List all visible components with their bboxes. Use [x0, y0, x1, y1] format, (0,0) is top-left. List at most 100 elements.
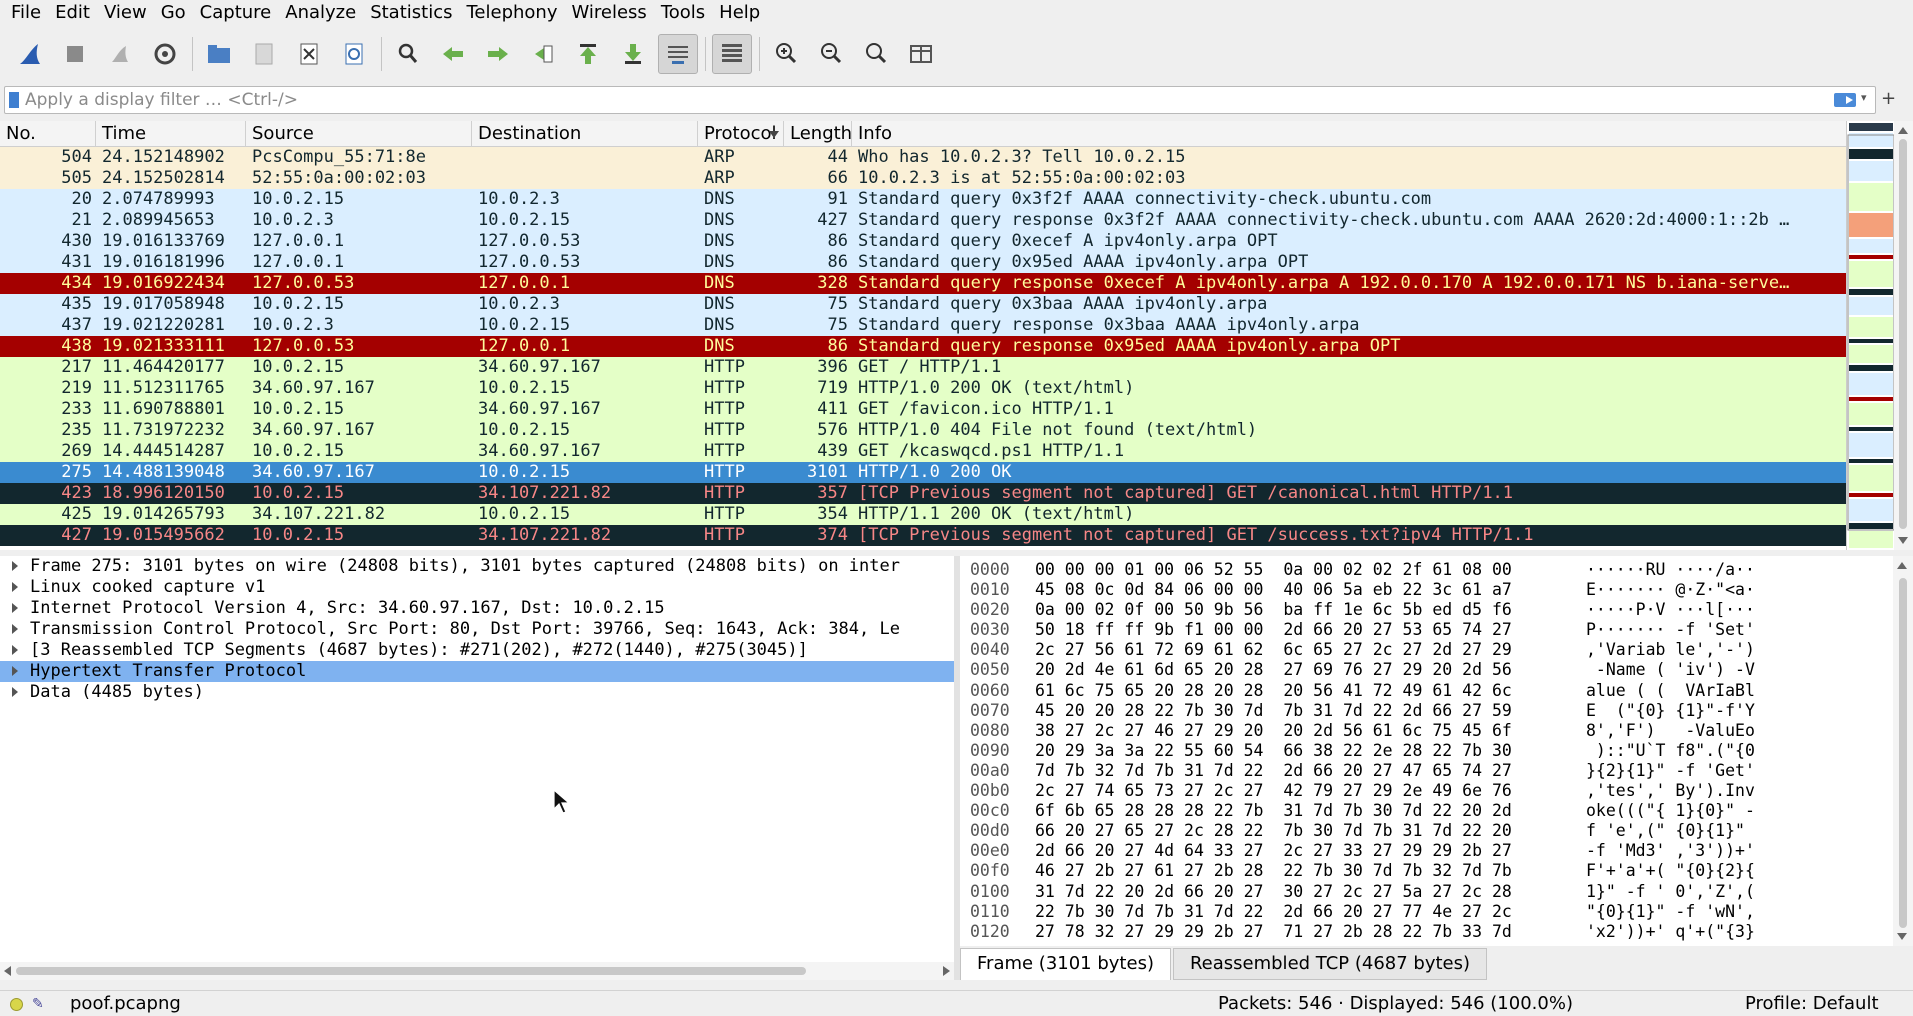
- packet-row[interactable]: 275 14.488139048 34.60.97.167 10.0.2.15 HTTP…: [0, 462, 1846, 483]
- hex-bytes[interactable]: 2d 66 20 27 4d 64 33 27 2c 27 33 27 29 2…: [1035, 841, 1512, 861]
- hex-bytes[interactable]: 31 7d 22 20 2d 66 20 27 30 27 2c 27 5a 2…: [1035, 882, 1512, 902]
- ascii-bytes[interactable]: "{0}{1}" -f 'wN',: [1586, 902, 1755, 922]
- packet-row[interactable]: 505 24.152502814 52:55:0a:00:02:03 ARP 66 10.…: [0, 168, 1846, 189]
- zoom-in-button[interactable]: [766, 34, 806, 74]
- expand-arrow-icon[interactable]: [12, 645, 18, 655]
- menu-view[interactable]: View: [97, 0, 154, 26]
- hex-bytes[interactable]: 2c 27 56 61 72 69 61 62 6c 65 27 2c 27 2…: [1035, 640, 1512, 660]
- packet-row[interactable]: 235 11.731972232 34.60.97.167 10.0.2.15 HTTP…: [0, 420, 1846, 441]
- save-button[interactable]: [244, 34, 284, 74]
- column-header-time[interactable]: Time: [96, 121, 246, 147]
- packet-row[interactable]: 435 19.017058948 10.0.2.15 10.0.2.3 DNS 75 Sta…: [0, 294, 1846, 315]
- apply-filter-arrow-icon[interactable]: [1834, 93, 1856, 107]
- menu-statistics[interactable]: Statistics: [363, 0, 459, 26]
- ascii-bytes[interactable]: -Name ( 'iv') -V: [1586, 660, 1755, 680]
- hex-bytes[interactable]: 50 18 ff ff 9b f1 00 00 2d 66 20 27 53 6…: [1035, 620, 1512, 640]
- hex-bytes[interactable]: 0a 00 02 0f 00 50 9b 56 ba ff 1e 6c 5b e…: [1035, 600, 1512, 620]
- details-scroll-thumb[interactable]: [16, 967, 806, 975]
- display-filter-input[interactable]: [25, 88, 1825, 112]
- packet-row[interactable]: 427 19.015495662 10.0.2.15 34.107.221.82 HTT…: [0, 525, 1846, 546]
- column-header-length[interactable]: Length: [784, 121, 852, 147]
- details-horizontal-scrollbar[interactable]: [0, 962, 954, 980]
- menu-file[interactable]: File: [4, 0, 48, 26]
- packet-row[interactable]: 434 19.016922434 127.0.0.53 127.0.0.1 DNS 328…: [0, 273, 1846, 294]
- tab-frame-bytes[interactable]: Frame (3101 bytes): [960, 948, 1171, 980]
- ascii-bytes[interactable]: 8','F') -ValuEo: [1586, 721, 1755, 741]
- detail-tree-item[interactable]: Transmission Control Protocol, Src Port:…: [0, 619, 954, 640]
- scroll-up-icon[interactable]: [1898, 127, 1908, 134]
- bytes-scroll-thumb[interactable]: [1899, 578, 1907, 928]
- scroll-down-icon[interactable]: [1898, 537, 1908, 544]
- expand-arrow-icon[interactable]: [12, 687, 18, 697]
- packet-row[interactable]: 430 19.016133769 127.0.0.1 127.0.0.53 DNS 86 S…: [0, 231, 1846, 252]
- menu-capture[interactable]: Capture: [193, 0, 279, 26]
- scroll-down-icon[interactable]: [1897, 933, 1907, 940]
- expand-arrow-icon[interactable]: [12, 603, 18, 613]
- scroll-left-icon[interactable]: [4, 966, 11, 976]
- detail-tree-item[interactable]: Data (4485 bytes): [0, 682, 954, 703]
- menu-wireless[interactable]: Wireless: [564, 0, 653, 26]
- folder-open-button[interactable]: [199, 34, 239, 74]
- packet-row[interactable]: 219 11.512311765 34.60.97.167 10.0.2.15 HTTP…: [0, 378, 1846, 399]
- status-profile[interactable]: Profile: Default: [1745, 993, 1879, 1014]
- packet-row[interactable]: 437 19.021220281 10.0.2.3 10.0.2.15 DNS 75 Sta…: [0, 315, 1846, 336]
- packet-list-scrollbar[interactable]: [1894, 121, 1913, 550]
- shark-fin-button[interactable]: [10, 34, 50, 74]
- ascii-bytes[interactable]: F'+'a'+( "{0}{2}{: [1586, 861, 1755, 881]
- hex-bytes[interactable]: 2c 27 74 65 73 27 2c 27 42 79 27 29 2e 4…: [1035, 781, 1512, 801]
- last-packet-button[interactable]: [613, 34, 653, 74]
- scroll-right-icon[interactable]: [943, 966, 950, 976]
- menu-telephony[interactable]: Telephony: [459, 0, 564, 26]
- column-header-info[interactable]: Info: [852, 121, 1846, 147]
- menu-tools[interactable]: Tools: [654, 0, 712, 26]
- ascii-bytes[interactable]: ,'tes',' By').Inv: [1586, 781, 1755, 801]
- ascii-bytes[interactable]: }{2}{1}" -f 'Get': [1586, 761, 1755, 781]
- hex-bytes[interactable]: 00 00 00 01 00 06 52 55 0a 00 02 02 2f 6…: [1035, 560, 1512, 580]
- ascii-bytes[interactable]: P······· -f 'Set': [1586, 620, 1755, 640]
- packet-row[interactable]: 425 19.014265793 34.107.221.82 10.0.2.15 HTT…: [0, 504, 1846, 525]
- expand-arrow-icon[interactable]: [12, 666, 18, 676]
- hex-bytes[interactable]: 7d 7b 32 7d 7b 31 7d 22 2d 66 20 27 47 6…: [1035, 761, 1512, 781]
- column-header-source[interactable]: Source: [246, 121, 472, 147]
- hex-bytes[interactable]: 38 27 2c 27 46 27 29 20 20 2d 56 61 6c 7…: [1035, 721, 1512, 741]
- hex-bytes[interactable]: 66 20 27 65 27 2c 28 22 7b 30 7d 7b 31 7…: [1035, 821, 1512, 841]
- packet-row[interactable]: 504 24.152148902 PcsCompu_55:71:8e ARP 44 Who…: [0, 147, 1846, 168]
- ascii-bytes[interactable]: 1}" -f ' 0','Z',(: [1586, 882, 1755, 902]
- packet-row[interactable]: 20 2.074789993 10.0.2.15 10.0.2.3 DNS 91 Stand…: [0, 189, 1846, 210]
- hex-bytes[interactable]: 46 27 2b 27 61 27 2b 28 22 7b 30 7d 7b 3…: [1035, 861, 1512, 881]
- menu-analyze[interactable]: Analyze: [278, 0, 363, 26]
- first-packet-button[interactable]: [568, 34, 608, 74]
- hex-bytes[interactable]: 22 7b 30 7d 7b 31 7d 22 2d 66 20 27 77 4…: [1035, 902, 1512, 922]
- zoom-out-button[interactable]: [811, 34, 851, 74]
- packet-row[interactable]: 217 11.464420177 10.0.2.15 34.60.97.167 HTTP…: [0, 357, 1846, 378]
- ascii-bytes[interactable]: oke((("{ 1}{0}" -: [1586, 801, 1755, 821]
- expand-arrow-icon[interactable]: [12, 561, 18, 571]
- detail-tree-item[interactable]: Linux cooked capture v1: [0, 577, 954, 598]
- hex-bytes[interactable]: 61 6c 75 65 20 28 20 28 20 56 41 72 49 6…: [1035, 681, 1512, 701]
- packet-row[interactable]: 21 2.089945653 10.0.2.3 10.0.2.15 DNS 427 Stan…: [0, 210, 1846, 231]
- expand-arrow-icon[interactable]: [12, 582, 18, 592]
- reload-button[interactable]: [334, 34, 374, 74]
- menu-help[interactable]: Help: [712, 0, 767, 26]
- detail-tree-item[interactable]: Frame 275: 3101 bytes on wire (24808 bit…: [0, 556, 954, 577]
- ascii-bytes[interactable]: f 'e',(" {0}{1}": [1586, 821, 1755, 841]
- expand-arrow-icon[interactable]: [12, 624, 18, 634]
- packet-row[interactable]: 269 14.444514287 10.0.2.15 34.60.97.167 HTTP…: [0, 441, 1846, 462]
- restart-button[interactable]: [100, 34, 140, 74]
- colorize-button[interactable]: [712, 34, 752, 74]
- packet-list-scroll-thumb[interactable]: [1899, 139, 1907, 529]
- column-header-destination[interactable]: Destination: [472, 121, 698, 147]
- ascii-bytes[interactable]: ,'Variab le','-'): [1586, 640, 1755, 660]
- filter-bookmark-icon[interactable]: [9, 92, 19, 108]
- detail-tree-item[interactable]: Hypertext Transfer Protocol: [0, 661, 954, 682]
- hex-bytes[interactable]: 20 29 3a 3a 22 55 60 54 66 38 22 2e 28 2…: [1035, 741, 1512, 761]
- ascii-bytes[interactable]: )::"U`T f8".("{0: [1586, 741, 1755, 761]
- hex-bytes[interactable]: 45 08 0c 0d 84 06 00 00 40 06 5a eb 22 3…: [1035, 580, 1512, 600]
- stop-button[interactable]: [55, 34, 95, 74]
- add-filter-button-icon[interactable]: +: [1881, 88, 1896, 109]
- ascii-bytes[interactable]: ······RU ····/a··: [1586, 560, 1755, 580]
- packet-row[interactable]: 438 19.021333111 127.0.0.53 127.0.0.1 DNS 86 S…: [0, 336, 1846, 357]
- gear-button[interactable]: [145, 34, 185, 74]
- forward-arrow-button[interactable]: [478, 34, 518, 74]
- filter-history-dropdown-icon[interactable]: ▾: [1861, 91, 1867, 104]
